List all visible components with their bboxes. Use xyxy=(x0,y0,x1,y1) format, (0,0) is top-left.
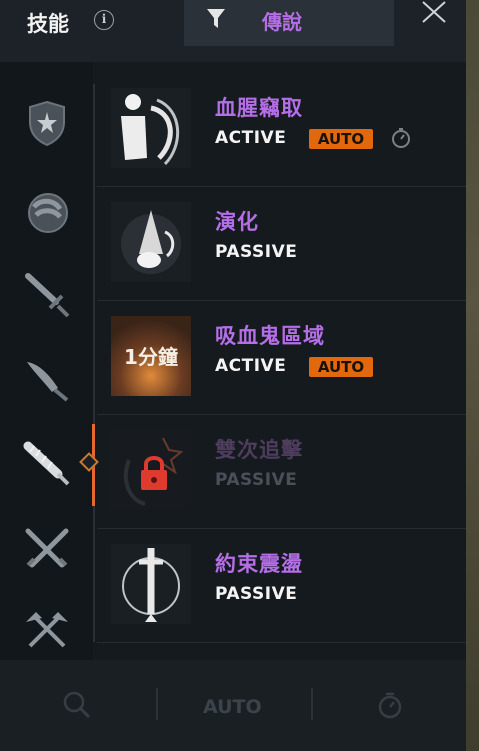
skill-icon-blood-steal xyxy=(111,88,191,168)
filter-icon xyxy=(207,9,225,28)
panel-header: 技能 i 傳說 xyxy=(0,0,466,62)
skills-panel: 技能 i 傳說 血腥竊取 ACTIVE AUTO 演化 PASSIVE 1分鐘 … xyxy=(0,0,466,751)
panel-footer: AUTO xyxy=(0,660,466,751)
auto-toggle[interactable]: AUTO xyxy=(203,696,262,718)
grade-filter[interactable]: 傳說 xyxy=(184,0,394,46)
background-edge xyxy=(466,0,479,751)
magnify-icon[interactable] xyxy=(62,690,92,720)
skill-name: 演化 xyxy=(215,210,259,234)
info-icon[interactable]: i xyxy=(94,10,114,30)
skill-row[interactable]: 約束震盪 PASSIVE xyxy=(97,530,466,643)
skill-icon-double-pursuit xyxy=(111,430,191,510)
sword-icon[interactable] xyxy=(22,270,72,320)
skill-type: PASSIVE xyxy=(215,470,298,490)
skill-name: 吸血鬼區域 xyxy=(215,324,325,348)
skill-name: 約束震盪 xyxy=(215,552,303,576)
spiked-club-icon[interactable] xyxy=(22,438,72,488)
skill-name: 血腥竊取 xyxy=(215,96,303,120)
footer-divider xyxy=(156,688,158,720)
skill-row[interactable]: 演化 PASSIVE xyxy=(97,188,466,301)
cooldown-label: 1分鐘 xyxy=(124,345,178,369)
crossed-axes-icon[interactable] xyxy=(22,606,72,656)
skill-type: ACTIVE xyxy=(215,128,287,148)
skill-row[interactable]: 雙次追擊 PASSIVE xyxy=(97,416,466,529)
skill-type: PASSIVE xyxy=(215,242,298,262)
shield-icon[interactable] xyxy=(22,98,72,148)
skill-icon-evolution xyxy=(111,202,191,282)
crossed-swords-icon[interactable] xyxy=(22,525,72,575)
skill-row[interactable]: 1分鐘 吸血鬼區域 ACTIVE AUTO xyxy=(97,302,466,415)
skill-type: ACTIVE xyxy=(215,356,287,376)
skill-name: 雙次追擊 xyxy=(215,438,303,462)
skill-icon-vampire-zone: 1分鐘 xyxy=(111,316,191,396)
blade-icon[interactable] xyxy=(22,354,72,404)
sidebar-divider xyxy=(93,84,95,642)
stopwatch-icon xyxy=(392,128,410,148)
close-icon[interactable] xyxy=(420,0,448,26)
filter-label: 傳說 xyxy=(262,10,302,34)
skill-type: PASSIVE xyxy=(215,584,298,604)
stopwatch-icon[interactable] xyxy=(376,690,404,720)
panel-title: 技能 xyxy=(27,12,69,36)
auto-badge: AUTO xyxy=(309,357,373,377)
skill-icon-binding-shock xyxy=(111,544,191,624)
gauntlet-icon[interactable] xyxy=(22,187,72,237)
skill-row[interactable]: 血腥竊取 ACTIVE AUTO xyxy=(97,74,466,187)
footer-divider xyxy=(311,688,313,720)
auto-badge: AUTO xyxy=(309,129,373,149)
